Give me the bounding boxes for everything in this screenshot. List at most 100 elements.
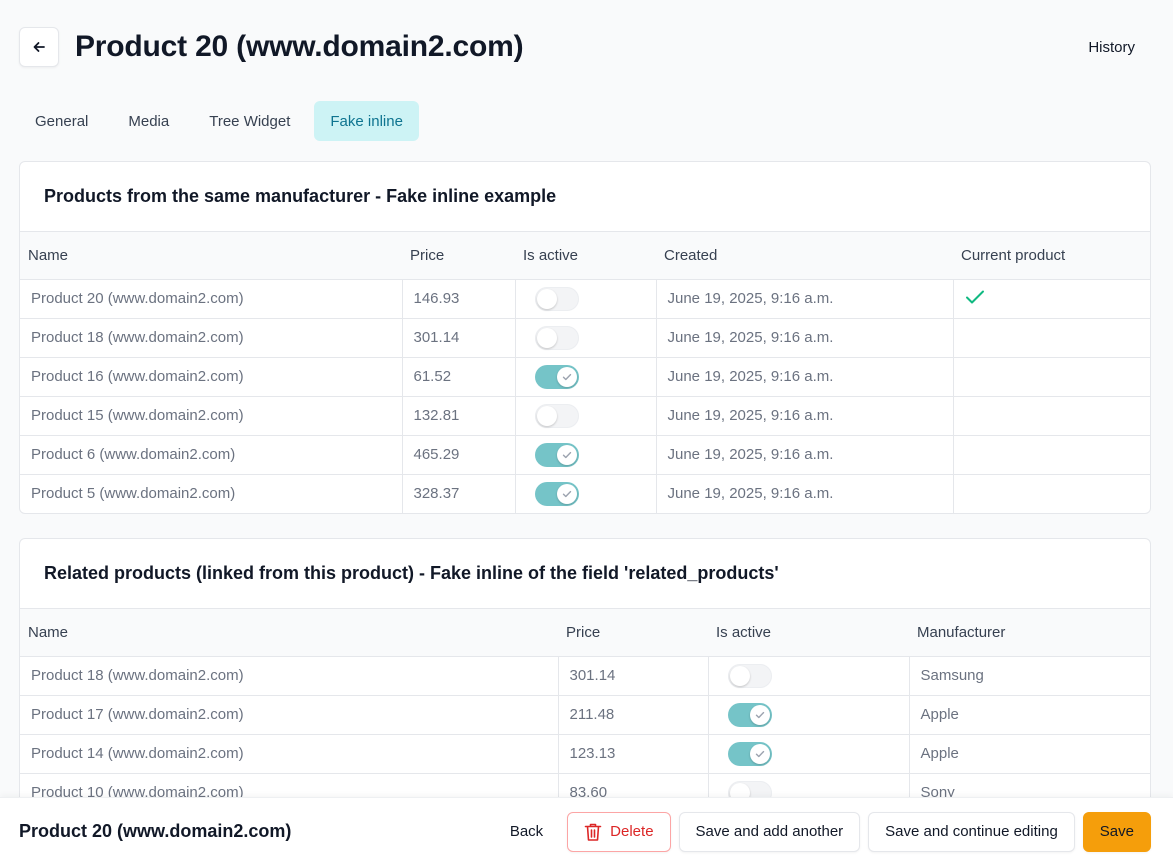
is-active-toggle[interactable]: [534, 364, 579, 389]
toggle-knob: [556, 444, 577, 465]
table-row: Product 5 (www.domain2.com) 328.37 June 19…: [20, 474, 1150, 513]
table-header-row: Name Price Is active Created Current pro…: [20, 232, 1150, 280]
save-button[interactable]: Save: [1082, 811, 1151, 852]
current-product-cell: [953, 435, 1150, 475]
current-product-cell: [953, 279, 1150, 319]
column-header-name: Name: [20, 609, 558, 657]
tab-bar: General Media Tree Widget Fake inline: [19, 101, 419, 141]
price-cell: 211.48: [558, 695, 709, 735]
save-and-continue-button[interactable]: Save and continue editing: [868, 811, 1075, 852]
created-cell: June 19, 2025, 9:16 a.m.: [656, 279, 954, 319]
back-arrow-button[interactable]: [19, 27, 59, 67]
is-active-cell: [515, 474, 657, 513]
tab-fake-inline[interactable]: Fake inline: [314, 101, 419, 141]
page-header: Product 20 (www.domain2.com) History: [19, 27, 1135, 67]
price-cell: 301.14: [402, 318, 516, 358]
related-products-table: Name Price Is active Manufacturer Produc…: [20, 609, 1150, 812]
name-cell: Product 18 (www.domain2.com): [20, 656, 559, 696]
price-cell: 132.81: [402, 396, 516, 436]
same-manufacturer-title: Products from the same manufacturer - Fa…: [20, 162, 1150, 232]
is-active-toggle[interactable]: [534, 325, 579, 350]
current-product-cell: [953, 357, 1150, 397]
price-cell: 465.29: [402, 435, 516, 475]
check-icon: [562, 373, 571, 380]
name-cell: Product 20 (www.domain2.com): [20, 279, 403, 319]
table-row: Product 15 (www.domain2.com) 132.81 June 1…: [20, 396, 1150, 436]
toggle-knob: [556, 483, 577, 504]
footer-actions: Back Delete Save and add another Save an…: [494, 811, 1151, 852]
table-row: Product 6 (www.domain2.com) 465.29 June 19…: [20, 435, 1150, 475]
manufacturer-cell: Apple: [909, 734, 1150, 774]
same-manufacturer-card: Products from the same manufacturer - Fa…: [19, 161, 1151, 514]
column-header-is-active: Is active: [708, 609, 909, 657]
created-cell: June 19, 2025, 9:16 a.m.: [656, 396, 954, 436]
name-cell: Product 5 (www.domain2.com): [20, 474, 403, 513]
is-active-cell: [708, 656, 910, 696]
tab-tree-widget[interactable]: Tree Widget: [193, 101, 306, 141]
price-cell: 123.13: [558, 734, 709, 774]
is-active-toggle[interactable]: [534, 442, 579, 467]
name-cell: Product 16 (www.domain2.com): [20, 357, 403, 397]
table-row: Product 17 (www.domain2.com) 211.48 Apple: [20, 695, 1150, 735]
table-row: Product 16 (www.domain2.com) 61.52 June 19…: [20, 357, 1150, 397]
current-product-cell: [953, 396, 1150, 436]
created-cell: June 19, 2025, 9:16 a.m.: [656, 318, 954, 358]
name-cell: Product 14 (www.domain2.com): [20, 734, 559, 774]
same-manufacturer-table: Name Price Is active Created Current pro…: [20, 232, 1150, 513]
manufacturer-cell: Apple: [909, 695, 1150, 735]
back-button[interactable]: Back: [494, 812, 559, 852]
is-active-toggle[interactable]: [727, 663, 772, 688]
column-header-current-product: Current product: [953, 232, 1150, 280]
is-active-cell: [515, 279, 657, 319]
created-cell: June 19, 2025, 9:16 a.m.: [656, 435, 954, 475]
is-active-toggle[interactable]: [534, 286, 579, 311]
toggle-knob: [536, 405, 557, 426]
is-active-toggle[interactable]: [727, 741, 772, 766]
tab-general[interactable]: General: [19, 101, 104, 141]
delete-button[interactable]: Delete: [567, 811, 671, 852]
column-header-price: Price: [402, 232, 515, 280]
toggle-knob: [729, 665, 750, 686]
is-active-cell: [515, 435, 657, 475]
manufacturer-cell: Samsung: [909, 656, 1150, 696]
tab-media[interactable]: Media: [112, 101, 185, 141]
footer-title: Product 20 (www.domain2.com): [19, 821, 292, 841]
is-active-cell: [515, 318, 657, 358]
delete-label: Delete: [610, 823, 654, 840]
column-header-created: Created: [656, 232, 953, 280]
toggle-knob: [536, 288, 557, 309]
check-icon: [562, 451, 571, 458]
save-and-add-another-button[interactable]: Save and add another: [678, 811, 861, 852]
toggle-knob: [749, 743, 770, 764]
column-header-is-active: Is active: [515, 232, 656, 280]
history-link[interactable]: History: [1088, 39, 1135, 56]
related-products-title: Related products (linked from this produ…: [20, 539, 1150, 609]
is-active-toggle[interactable]: [727, 702, 772, 727]
is-active-toggle[interactable]: [534, 403, 579, 428]
checkmark-icon: [965, 290, 984, 303]
check-icon: [562, 490, 571, 497]
current-product-cell: [953, 318, 1150, 358]
name-cell: Product 17 (www.domain2.com): [20, 695, 559, 735]
arrow-left-icon: [33, 42, 45, 52]
is-active-cell: [515, 396, 657, 436]
name-cell: Product 15 (www.domain2.com): [20, 396, 403, 436]
table-row: Product 18 (www.domain2.com) 301.14 Samsun…: [20, 656, 1150, 696]
related-products-card: Related products (linked from this produ…: [19, 538, 1151, 828]
column-header-name: Name: [20, 232, 402, 280]
is-active-cell: [515, 357, 657, 397]
is-active-toggle[interactable]: [534, 481, 579, 506]
toggle-knob: [536, 327, 557, 348]
check-icon: [755, 711, 764, 718]
price-cell: 328.37: [402, 474, 516, 513]
table-header-row: Name Price Is active Manufacturer: [20, 609, 1150, 657]
table-row: Product 14 (www.domain2.com) 123.13 Apple: [20, 734, 1150, 774]
is-active-cell: [708, 695, 910, 735]
price-cell: 61.52: [402, 357, 516, 397]
check-icon: [755, 750, 764, 757]
toggle-knob: [749, 704, 770, 725]
is-active-cell: [708, 734, 910, 774]
page-title: Product 20 (www.domain2.com): [75, 30, 524, 63]
price-cell: 301.14: [558, 656, 709, 696]
table-row: Product 20 (www.domain2.com) 146.93 June 1…: [20, 279, 1150, 319]
